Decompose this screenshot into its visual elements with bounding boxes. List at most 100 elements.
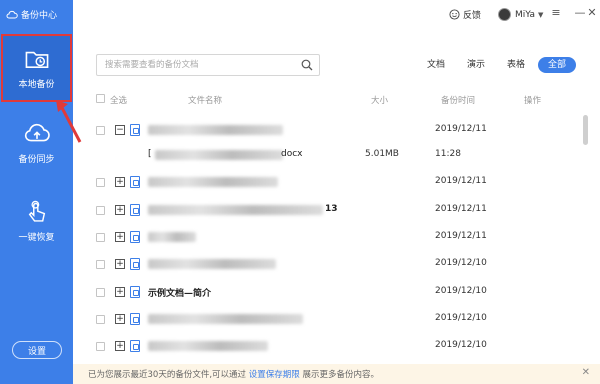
footer-message-after: 展示更多备份内容。 [302,370,379,380]
blurred-filename [148,125,283,135]
cloud-upload-icon [24,123,50,142]
table-row[interactable]: + 2019/12/10 [73,250,583,278]
table-row[interactable]: + 2019/12/11 [73,168,583,196]
file-name-bracket: [ [148,149,152,159]
column-time-header: 备份时间 [441,96,476,106]
column-size-header: 大小 [371,96,389,106]
table-row[interactable]: + 示例文档—简介 2019/12/10 [73,278,583,306]
sidebar-item-label: 一键恢复 [18,233,55,243]
row-checkbox[interactable] [96,288,105,297]
feedback-label: 反馈 [463,11,482,21]
table-row[interactable]: − 2019/12/11 [73,116,583,144]
table-row[interactable]: + 13 2019/12/11 [73,196,583,224]
expand-toggle[interactable]: + [115,177,125,187]
expand-toggle[interactable]: + [115,287,125,297]
app-title-text: 备份中心 [21,11,58,21]
file-icon [130,340,140,352]
column-name-header: 文件名称 [188,96,223,106]
blurred-filename [148,314,303,324]
backup-time: 2019/12/11 [435,231,487,241]
backup-time: 2019/12/10 [435,313,487,323]
search-box [96,54,320,76]
row-checkbox[interactable] [96,206,105,215]
table-row[interactable]: + 2019/12/10 [73,332,583,360]
sidebar-item-label: 备份同步 [18,155,55,165]
file-name: 示例文档—简介 [148,289,212,299]
backup-time: 2019/12/10 [435,258,487,268]
expand-toggle[interactable]: + [115,205,125,215]
file-name-suffix: 13 [325,204,338,214]
table-header: 全选 文件名称 大小 备份时间 操作 [96,92,576,108]
footer-message: 已为您展示最近30天的备份文件,可以通过 设置保存期限 展示更多备份内容。 [88,368,379,380]
blurred-filename [148,177,278,187]
select-all-checkbox[interactable] [96,94,105,103]
expand-toggle[interactable]: + [115,341,125,351]
sidebar-item-one-click-restore[interactable]: 一键恢复 [0,186,73,256]
column-action-header: 操作 [524,96,542,106]
backup-time: 2019/12/10 [435,286,487,296]
row-checkbox[interactable] [96,178,105,187]
search-icon[interactable] [301,59,313,71]
row-checkbox[interactable] [96,315,105,324]
filter-presentations[interactable]: 演示 [467,57,485,73]
file-size: 5.01MB [365,149,399,159]
file-icon [130,313,140,325]
row-checkbox[interactable] [96,126,105,135]
smile-icon [449,9,460,20]
backup-time: 2019/12/11 [435,176,487,186]
file-icon [130,124,140,136]
chevron-down-icon: ▼ [538,10,544,19]
blurred-filename [155,150,283,160]
file-icon [130,204,140,216]
row-checkbox[interactable] [96,233,105,242]
file-icon [130,231,140,243]
sidebar-item-local-backup[interactable]: 本地备份 [1,34,72,102]
close-icon[interactable]: ✕ [582,367,590,378]
user-name: MiYa [515,9,536,20]
backup-time: 2019/12/11 [435,124,487,134]
filter-documents[interactable]: 文档 [427,57,445,73]
collapse-toggle[interactable]: − [115,125,125,135]
backup-time: 2019/12/10 [435,340,487,350]
file-list: − 2019/12/11 [ docx 5.01MB 11:28 + 2019/… [73,112,583,362]
file-icon [130,258,140,270]
file-icon [130,286,140,298]
app-title: 备份中心 [6,8,57,21]
backup-time: 2019/12/11 [435,204,487,214]
user-menu[interactable]: MiYa ▼ [498,8,543,21]
cloud-logo-icon [6,10,18,18]
sidebar-item-label: 本地备份 [18,80,55,90]
feedback-button[interactable]: 反馈 [449,8,481,21]
table-row[interactable]: [ docx 5.01MB 11:28 [73,141,583,169]
table-row[interactable]: + 2019/12/10 [73,305,583,333]
row-checkbox[interactable] [96,342,105,351]
expand-toggle[interactable]: + [115,314,125,324]
menu-icon[interactable]: ≡ [549,6,563,20]
close-icon[interactable]: ✕ [585,6,599,20]
select-all-label: 全选 [110,96,128,106]
file-icon [130,176,140,188]
search-input[interactable] [105,58,295,72]
settings-button[interactable]: 设置 [12,341,62,359]
hand-pointer-icon [28,200,45,222]
retention-settings-link[interactable]: 设置保存期限 [249,370,300,380]
backup-time: 11:28 [435,149,461,159]
table-row[interactable]: + 2019/12/11 [73,223,583,251]
row-checkbox[interactable] [96,260,105,269]
footer-message-before: 已为您展示最近30天的备份文件,可以通过 [88,370,247,380]
footer-notice: 已为您展示最近30天的备份文件,可以通过 设置保存期限 展示更多备份内容。 ✕ [73,364,600,384]
blurred-filename [148,259,276,269]
blurred-filename [148,205,323,215]
folder-clock-icon [25,51,48,68]
top-bar: 反馈 MiYa ▼ ≡ — ✕ [73,0,600,32]
scrollbar[interactable] [583,115,588,145]
blurred-filename [148,232,196,242]
filter-spreadsheets[interactable]: 表格 [507,57,525,73]
blurred-filename [148,341,268,351]
expand-toggle[interactable]: + [115,232,125,242]
sidebar: 备份中心 本地备份 备份同步 一键恢复 设置 [0,0,73,384]
expand-toggle[interactable]: + [115,259,125,269]
file-extension: docx [281,149,303,159]
filter-all[interactable]: 全部 [538,57,576,73]
avatar [498,8,511,21]
